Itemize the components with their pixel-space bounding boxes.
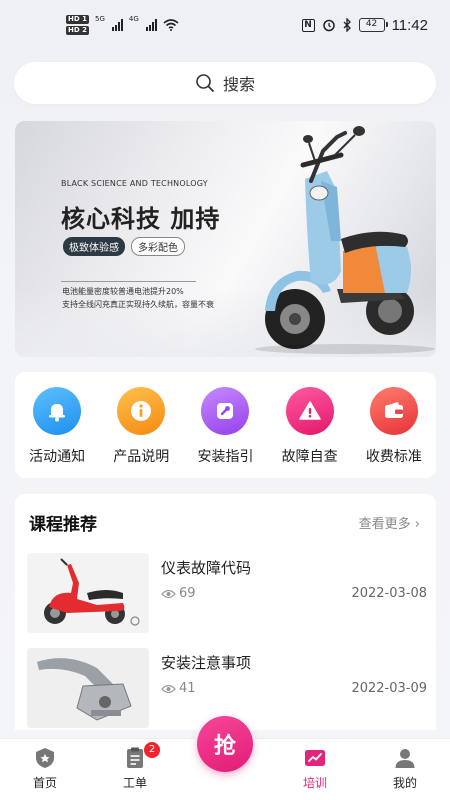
view-count-value: 41 <box>179 681 196 696</box>
wifi-icon <box>163 19 179 31</box>
quick-menu: 活动通知 产品说明 安装指引 故障自查 收费标准 <box>15 372 436 478</box>
grab-order-label: 抢 <box>213 734 236 759</box>
tab-label-profile: 我的 <box>392 776 417 790</box>
promo-banner[interactable]: BLACK SCIENCE AND TECHNOLOGY 核心科技 加持 极致体… <box>15 121 436 357</box>
hd2-badge: HD 2 <box>66 26 89 35</box>
search-icon <box>196 74 214 92</box>
scooter-image <box>255 126 435 354</box>
quick-item-fault[interactable]: 故障自查 <box>270 387 350 466</box>
tab-label-training: 培训 <box>302 776 327 790</box>
workorder-badge: 2 <box>144 742 160 758</box>
course-thumbnail <box>27 553 149 633</box>
quick-label-fee: 收费标准 <box>365 449 422 465</box>
hd1-badge: HD 1 <box>66 15 89 24</box>
network-type-1: 5G <box>94 15 105 23</box>
warning-icon <box>285 387 334 435</box>
view-count: 69 <box>161 586 196 601</box>
view-count-value: 69 <box>179 586 196 601</box>
nfc-icon: N <box>301 18 315 32</box>
course-title: 安装注意事项 <box>161 654 252 672</box>
course-thumbnail <box>27 648 149 728</box>
quick-item-activity[interactable]: 活动通知 <box>17 387 97 466</box>
course-title: 仪表故障代码 <box>161 559 252 577</box>
alarm-icon <box>322 19 335 32</box>
banner-tags: 极致体验感 多彩配色 <box>63 237 185 256</box>
quick-item-product[interactable]: 产品说明 <box>101 387 181 466</box>
course-date: 2022-03-08 <box>351 586 427 601</box>
course-date: 2022-03-09 <box>351 681 427 696</box>
wrench-icon <box>201 387 250 435</box>
banner-title: 核心科技 加持 <box>61 205 221 233</box>
chevron-right-icon: › <box>414 517 420 532</box>
view-count: 41 <box>161 681 196 696</box>
tab-home[interactable]: 首页 <box>5 739 85 800</box>
banner-en-text: BLACK SCIENCE AND TECHNOLOGY <box>61 179 208 188</box>
user-icon <box>395 749 415 768</box>
quick-item-fee[interactable]: 收费标准 <box>354 387 434 466</box>
quick-label-activity: 活动通知 <box>29 449 86 465</box>
eye-icon <box>161 589 176 598</box>
status-right: N 42 11:42 <box>301 16 428 34</box>
quick-item-install[interactable]: 安装指引 <box>185 387 265 466</box>
course-section: 课程推荐 查看更多 › 仪表故障代码 69 2022-03-08 安装注意事项 … <box>15 494 436 730</box>
status-left: HD 1 HD 2 5G 4G <box>66 15 179 35</box>
banner-tag-2: 多彩配色 <box>131 237 185 256</box>
status-bar: HD 1 HD 2 5G 4G N 42 11:42 <box>0 0 450 50</box>
training-chart-icon <box>305 750 325 766</box>
view-more-link[interactable]: 查看更多 › <box>359 513 420 532</box>
home-shield-icon <box>36 748 54 768</box>
info-icon <box>117 387 166 435</box>
signal-icon-2 <box>145 19 157 31</box>
section-title: 课程推荐 <box>29 515 97 535</box>
wallet-icon <box>369 387 418 435</box>
tab-label-home: 首页 <box>32 776 57 790</box>
bell-icon <box>33 387 82 435</box>
tab-label-workorder: 工单 <box>122 776 147 790</box>
view-more-label: 查看更多 <box>358 517 411 532</box>
grab-order-button[interactable]: 抢 <box>197 716 253 772</box>
quick-label-product: 产品说明 <box>113 449 170 465</box>
eye-icon <box>161 684 176 693</box>
banner-text-line-2: 支持全线闪充真正实现持久续航，容量不衰 <box>62 300 214 309</box>
clock: 11:42 <box>391 16 428 34</box>
quick-label-fault: 故障自查 <box>281 449 338 465</box>
search-label: 搜索 <box>222 75 255 94</box>
search-bar[interactable]: 搜索 <box>14 62 436 104</box>
battery-icon: 42 <box>358 18 388 32</box>
tab-workorder[interactable]: 2 工单 <box>95 739 175 800</box>
banner-divider <box>61 281 196 282</box>
hd-indicators: HD 1 HD 2 <box>66 15 89 35</box>
network-type-2: 4G <box>128 15 139 23</box>
workorder-icon: 2 <box>124 742 160 769</box>
signal-icon <box>111 19 123 31</box>
banner-tag-1: 极致体验感 <box>63 237 125 256</box>
banner-text-line-1: 电池能量密度较普通电池提升20% <box>62 287 184 296</box>
quick-label-install: 安装指引 <box>197 449 254 465</box>
tab-profile[interactable]: 我的 <box>365 739 445 800</box>
course-item[interactable]: 仪表故障代码 69 2022-03-08 <box>27 553 427 633</box>
tab-training[interactable]: 培训 <box>275 739 355 800</box>
bluetooth-icon <box>343 18 351 32</box>
